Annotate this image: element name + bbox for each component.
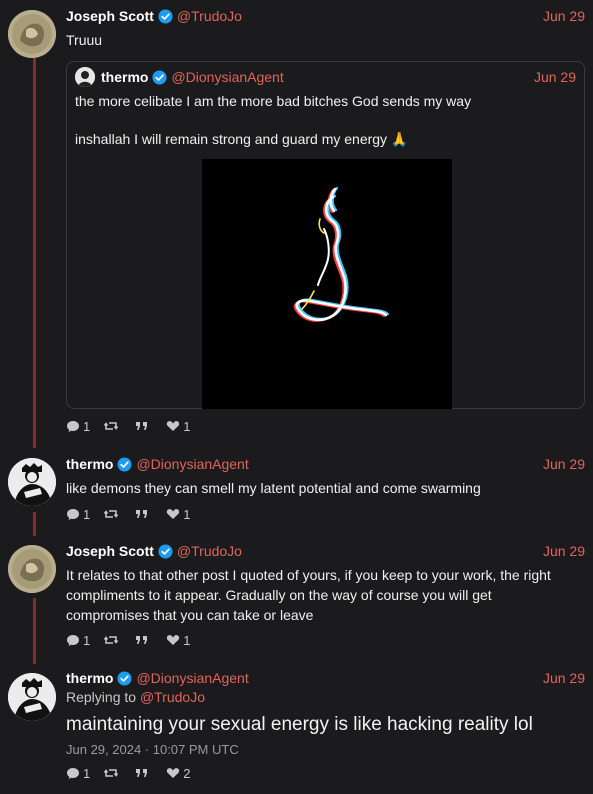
post[interactable]: Joseph Scott @TrudoJo Jun 29 It relates … [0, 535, 593, 665]
author-name[interactable]: thermo [66, 670, 113, 686]
post-date[interactable]: Jun 29 [543, 543, 585, 559]
quote-text-line1: the more celibate I am the more bad bitc… [75, 93, 472, 109]
quote-icon [136, 636, 148, 644]
author-handle[interactable]: @TrudoJo [177, 8, 242, 24]
post-text: It relates to that other post I quoted o… [66, 567, 551, 623]
like-icon [167, 768, 180, 778]
quote-stat[interactable] [135, 767, 152, 779]
quoted-post[interactable]: thermo @DionysianAgent Jun 29 the more c… [66, 61, 585, 409]
post-stats: 1 2 [66, 764, 204, 782]
post-stats: 1 1 [66, 631, 204, 649]
post-text: like demons they can smell my latent pot… [66, 480, 481, 496]
reply-stat[interactable]: 1 [66, 419, 90, 434]
repost-icon [104, 422, 119, 430]
post-date[interactable]: Jun 29 [543, 456, 585, 472]
post-header: Joseph Scott @TrudoJo Jun 29 [66, 6, 585, 26]
reply-icon [67, 508, 79, 520]
post-stats: 1 1 [66, 417, 204, 435]
quote-stat[interactable] [135, 508, 152, 520]
like-stat[interactable]: 2 [166, 766, 190, 781]
avatar-image [8, 458, 56, 506]
like-stat[interactable]: 1 [166, 419, 190, 434]
main-post[interactable]: thermo @DionysianAgent Jun 29 Replying t… [0, 665, 593, 794]
post-date[interactable]: Jun 29 [543, 670, 585, 686]
repost-stat[interactable] [104, 508, 121, 520]
quote-avatar [75, 67, 95, 87]
quote-icon [136, 422, 148, 430]
replying-prefix: Replying to [66, 689, 137, 705]
quote-author-name[interactable]: thermo [101, 69, 148, 85]
like-icon [167, 509, 180, 519]
quote-author-handle[interactable]: @DionysianAgent [171, 69, 283, 85]
repost-icon [104, 510, 119, 518]
post-header: thermo @DionysianAgent Jun 29 [66, 668, 585, 688]
author-handle[interactable]: @TrudoJo [177, 543, 242, 559]
verified-icon [158, 8, 173, 24]
repost-icon [104, 636, 119, 644]
kneeling-figure-image [202, 159, 452, 409]
verified-icon [158, 543, 173, 559]
like-icon [167, 635, 180, 645]
quote-stat[interactable] [135, 634, 152, 646]
post-date[interactable]: Jun 29 [543, 8, 585, 24]
reply-stat[interactable]: 1 [66, 507, 90, 522]
author-name[interactable]: Joseph Scott [66, 543, 154, 559]
like-count: 1 [183, 506, 191, 522]
author-name[interactable]: Joseph Scott [66, 8, 154, 24]
verified-icon [117, 456, 132, 472]
like-count: 2 [183, 765, 191, 781]
replying-to: Replying to @TrudoJo [66, 689, 205, 709]
post-text: maintaining your sexual energy is like h… [66, 714, 533, 735]
repost-icon [104, 769, 119, 777]
post-stats: 1 1 [66, 505, 204, 523]
quote-header: thermo @DionysianAgent Jun 29 [75, 67, 576, 87]
like-icon [167, 421, 180, 431]
repost-stat[interactable] [104, 420, 121, 432]
reply-count: 1 [83, 765, 91, 781]
avatar[interactable] [8, 545, 56, 593]
repost-stat[interactable] [104, 634, 121, 646]
avatar-image [8, 10, 56, 58]
author-handle[interactable]: @DionysianAgent [136, 456, 248, 472]
reply-count: 1 [83, 506, 91, 522]
post[interactable]: thermo @DionysianAgent Jun 29 like demon… [0, 445, 593, 535]
reply-icon [67, 767, 79, 779]
verified-icon [117, 670, 132, 686]
like-count: 1 [183, 632, 191, 648]
post-header: thermo @DionysianAgent Jun 29 [66, 454, 585, 474]
quote-image[interactable] [202, 159, 452, 409]
avatar-image [8, 673, 56, 721]
repost-stat[interactable] [104, 767, 121, 779]
like-stat[interactable]: 1 [166, 507, 190, 522]
author-name[interactable]: thermo [66, 456, 113, 472]
verified-icon [152, 69, 167, 85]
like-count: 1 [183, 418, 191, 434]
quote-text-line2: inshallah I will remain strong and guard… [75, 131, 409, 147]
reply-stat[interactable]: 1 [66, 766, 90, 781]
avatar-image [8, 545, 56, 593]
post-header: Joseph Scott @TrudoJo Jun 29 [66, 541, 585, 561]
post-text: Truuu [66, 32, 103, 48]
avatar[interactable] [8, 458, 56, 506]
post-timestamp[interactable]: Jun 29, 2024 · 10:07 PM UTC [66, 742, 239, 757]
reply-icon [67, 634, 79, 646]
quote-date[interactable]: Jun 29 [534, 69, 576, 85]
quote-icon [136, 769, 148, 777]
reply-count: 1 [83, 418, 91, 434]
quote-icon [136, 510, 148, 518]
avatar[interactable] [8, 673, 56, 721]
post[interactable]: Joseph Scott @TrudoJo Jun 29 Truuu therm… [0, 0, 593, 445]
like-stat[interactable]: 1 [166, 633, 190, 648]
quote-stat[interactable] [135, 420, 152, 432]
reply-count: 1 [83, 632, 91, 648]
reply-icon [67, 420, 79, 432]
reply-stat[interactable]: 1 [66, 633, 90, 648]
author-handle[interactable]: @DionysianAgent [136, 670, 248, 686]
replying-handle[interactable]: @TrudoJo [140, 689, 205, 705]
avatar[interactable] [8, 10, 56, 58]
